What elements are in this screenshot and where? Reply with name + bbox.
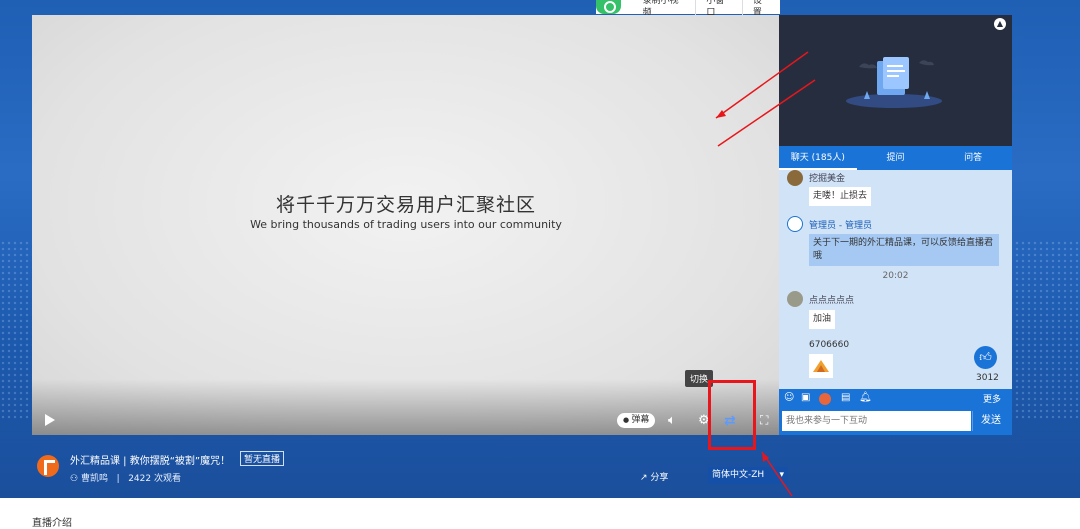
slide-title: 将千千万万交易用户汇聚社区 xyxy=(275,194,536,216)
top-toolbar: 录制小视频 小窗口 设置 xyxy=(596,0,780,19)
notes-icon[interactable]: ▤ xyxy=(841,392,850,403)
more-button[interactable]: 更多 xyxy=(983,392,1001,405)
status-badge: 暂无直播 xyxy=(240,451,285,466)
fullscreen-icon[interactable]: ⛶ xyxy=(760,413,768,428)
side-panel: ▲ 聊天 (185人) 提问 问答 挖掘美金 走喽！止损去 管理员 - 管理员 … xyxy=(779,15,1012,435)
slide-subtitle: We bring thousands of trading users into… xyxy=(250,218,562,231)
chat-username: 管理员 - 管理员 xyxy=(809,221,872,231)
live-title: 外汇精品课 | 教你摆脱“被割”魔咒！ xyxy=(70,456,231,467)
channel-logo xyxy=(37,455,59,477)
brand-icon xyxy=(596,0,621,14)
image-icon[interactable]: ▣ xyxy=(801,392,810,403)
play-icon[interactable] xyxy=(45,414,55,426)
like-count: 3012 xyxy=(976,373,999,383)
send-button[interactable]: 发送 xyxy=(972,411,1009,431)
like-icon[interactable]: 👍︎ xyxy=(974,346,997,369)
chat-username: 点点点点点 xyxy=(809,296,855,306)
language-value: 简体中文-ZH xyxy=(712,470,765,480)
section-label: 直播介绍 xyxy=(32,518,72,529)
chat-message: 关于下一期的外汇精品课，可以反馈给直播君哦 xyxy=(809,234,999,266)
gift-button-icon[interactable] xyxy=(819,393,831,405)
volume-icon[interactable]: 🔈︎ xyxy=(668,413,676,428)
gift-icon xyxy=(809,354,833,378)
admin-avatar xyxy=(787,216,803,232)
collapse-icon[interactable]: ▲ xyxy=(994,18,1006,30)
chat-toolbar: ☺ ▣ ▤ 🔔︎ 更多 xyxy=(779,389,1012,409)
danmu-toggle[interactable]: 弹幕 xyxy=(617,413,656,428)
share-label: 分享 xyxy=(650,473,669,483)
emoji-icon[interactable]: ☺ xyxy=(784,392,794,403)
bell-icon[interactable]: 🔔︎ xyxy=(859,392,872,403)
tab-question[interactable]: 提问 xyxy=(857,146,935,170)
avatar xyxy=(787,291,803,307)
video-player[interactable]: 将千千万万交易用户汇聚社区 We bring thousands of trad… xyxy=(32,15,780,435)
empty-state-illustration xyxy=(846,57,942,108)
chat-message: 加油 xyxy=(809,310,836,329)
chevron-down-icon: ▾ xyxy=(779,470,784,480)
page-background: 录制小视频 小窗口 设置 将千千万万交易用户汇聚社区 We bring thou… xyxy=(0,0,1080,498)
chat-input[interactable] xyxy=(782,411,971,431)
host-name: 曹凯鸣 xyxy=(80,474,108,484)
user-icon: ⚇ xyxy=(70,474,79,484)
divider: | xyxy=(110,474,126,484)
highlight-box xyxy=(708,380,756,450)
chat-timestamp: 20:02 xyxy=(882,271,909,281)
chat-list[interactable]: 挖掘美金 走喽！止损去 管理员 - 管理员 关于下一期的外汇精品课，可以反馈给直… xyxy=(779,170,1012,389)
chat-tabs: 聊天 (185人) 提问 问答 xyxy=(779,146,1012,170)
view-count: 2422 次观看 xyxy=(128,474,181,484)
player-controls: 弹幕 🔈︎ ⚙︎ ⇄ ⛶ xyxy=(32,379,780,435)
language-select[interactable]: 简体中文-ZH ▾ xyxy=(708,467,788,484)
tab-chat[interactable]: 聊天 (185人) xyxy=(779,146,857,170)
chat-message: 6706660 xyxy=(809,340,850,350)
chat-message: 走喽！止损去 xyxy=(809,187,872,206)
avatar xyxy=(787,170,803,186)
panel-preview: ▲ xyxy=(779,15,1012,146)
chat-input-row: 发送 xyxy=(779,409,1012,435)
share-button[interactable]: ↗ 分享 xyxy=(640,470,668,483)
host-info: ⚇ 曹凯鸣 | 2422 次观看 xyxy=(70,471,181,484)
chat-username: 挖掘美金 xyxy=(809,174,846,184)
share-icon: ↗ xyxy=(640,473,648,483)
tab-qa[interactable]: 问答 xyxy=(934,146,1012,170)
